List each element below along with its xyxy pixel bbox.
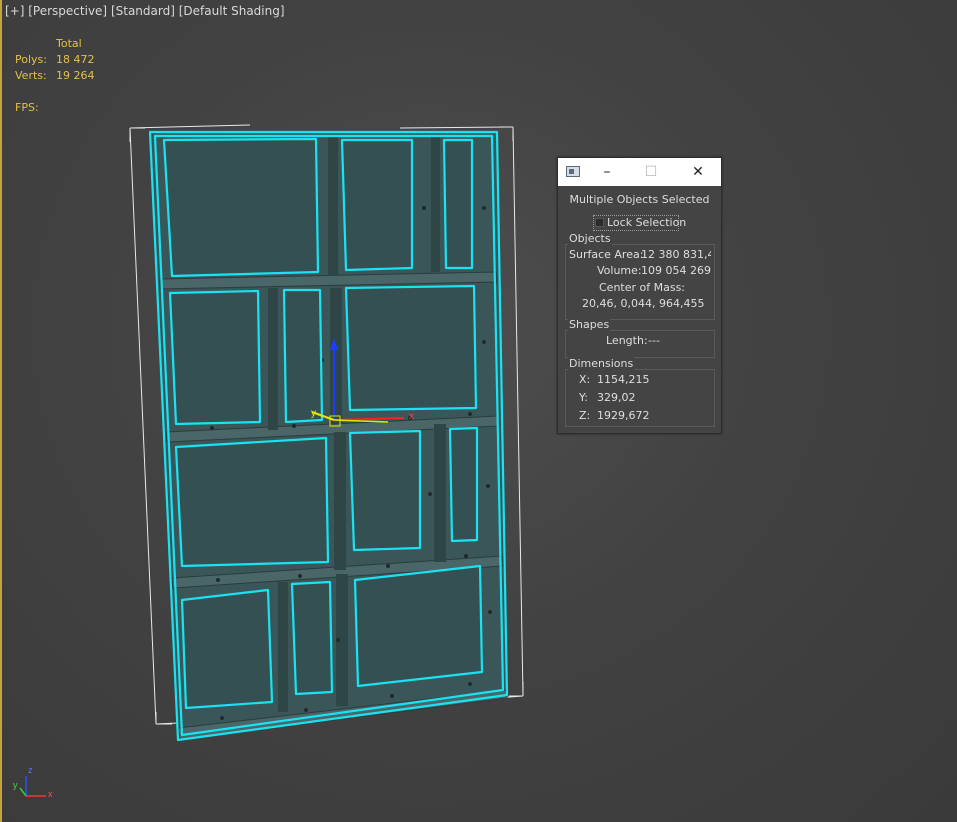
- dimensions-group-title: Dimensions: [568, 357, 635, 370]
- surface-area-label: Surface Area:: [569, 248, 644, 261]
- axis-tripod-icon: z x y: [13, 765, 53, 799]
- volume-label: Volume:: [597, 264, 642, 277]
- dimension-x-label: X:: [579, 373, 591, 386]
- dimension-y-label: Y:: [579, 391, 588, 404]
- length-value: ---: [648, 334, 660, 347]
- dimension-y-value: 329,02: [597, 391, 636, 404]
- measure-dialog: – ☐ ✕ Multiple Objects Selected Lock Sel…: [557, 157, 722, 434]
- center-of-mass-value: 20,46, 0,044, 964,455: [582, 297, 705, 310]
- checkbox-box[interactable]: [595, 218, 604, 227]
- viewport-scene: x y z x y: [13, 124, 524, 799]
- center-of-mass-label: Center of Mass:: [599, 281, 686, 294]
- length-label: Length:: [606, 334, 648, 347]
- volume-value: 109 054 269,9: [641, 264, 711, 277]
- measure-titlebar[interactable]: – ☐ ✕: [558, 158, 721, 186]
- close-button[interactable]: ✕: [687, 162, 709, 182]
- lock-selection-label: Lock Selection: [607, 216, 687, 229]
- bookshelf-model: [149, 131, 508, 741]
- objects-group-title: Objects: [568, 232, 612, 245]
- dimension-x-value: 1154,215: [597, 373, 650, 386]
- tripod-z-label: z: [28, 765, 33, 775]
- dimension-z-value: 1929,672: [597, 409, 650, 422]
- gizmo-x-label: x: [409, 411, 414, 422]
- lock-selection-checkbox[interactable]: Lock Selection: [593, 215, 686, 231]
- tripod-x-label: x: [48, 789, 53, 799]
- measure-app-icon: [566, 166, 580, 177]
- selection-heading: Multiple Objects Selected: [569, 193, 710, 206]
- perspective-viewport[interactable]: [+] [Perspective] [Standard] [Default Sh…: [0, 0, 957, 822]
- maximize-button[interactable]: ☐: [640, 162, 662, 182]
- dimension-z-label: Z:: [579, 409, 591, 422]
- tripod-y-label: y: [13, 780, 18, 790]
- minimize-button[interactable]: –: [596, 162, 618, 182]
- shapes-group-title: Shapes: [568, 318, 611, 331]
- surface-area-value: 12 380 831,42: [641, 248, 711, 261]
- gizmo-y-label: y: [311, 408, 316, 419]
